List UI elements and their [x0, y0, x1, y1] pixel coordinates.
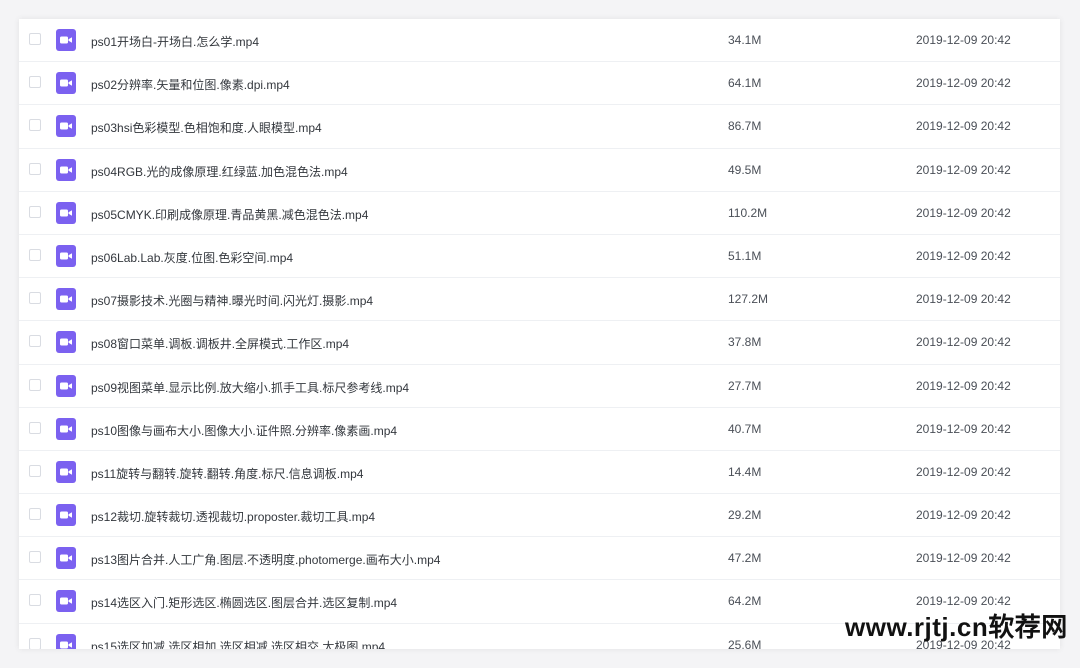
file-size: 25.6M [728, 637, 762, 649]
file-name[interactable]: ps05CMYK.印刷成像原理.青品黄黑.减色混色法.mp4 [91, 206, 368, 223]
file-name[interactable]: ps08窗口菜单.调板.调板井.全屏模式.工作区.mp4 [91, 335, 349, 352]
file-name[interactable]: ps07摄影技术.光圈与精神.曝光时间.闪光灯.摄影.mp4 [91, 292, 373, 309]
file-name[interactable]: ps03hsi色彩模型.色相饱和度.人眼模型.mp4 [91, 119, 322, 136]
file-size: 51.1M [728, 248, 762, 263]
video-file-icon [56, 331, 76, 354]
file-row[interactable]: ps02分辨率.矢量和位图.像素.dpi.mp4 64.1M 2019-12-09 … [19, 62, 1060, 106]
file-name[interactable]: ps13图片合并.人工广角.图层.不透明度.photomerge.画布大小.mp… [91, 551, 440, 568]
video-file-icon [56, 201, 76, 224]
file-size: 29.2M [728, 508, 762, 523]
row-checkbox[interactable] [29, 637, 41, 649]
row-checkbox[interactable] [29, 335, 41, 348]
file-size: 49.5M [728, 162, 762, 177]
file-name[interactable]: ps14选区入门.矩形选区.椭圆选区.图层合并.选区复制.mp4 [91, 594, 397, 611]
file-rows: ps01开场白-开场白.怎么学.mp4 34.1M 2019-12-09 20:42… [19, 19, 1060, 649]
file-name[interactable]: ps15选区加减.选区相加.选区相减.选区相交.太极图.mp4 [91, 638, 385, 649]
file-name[interactable]: ps06Lab.Lab.灰度.位图.色彩空间.mp4 [91, 249, 293, 266]
row-checkbox[interactable] [29, 421, 41, 434]
row-checkbox[interactable] [29, 508, 41, 521]
video-file-icon [56, 29, 76, 51]
file-size: 34.1M [728, 33, 762, 47]
video-file-icon [56, 72, 76, 95]
watermark-text: www.rjtj.cn软荐网 [845, 612, 1068, 642]
file-size: 40.7M [728, 421, 762, 436]
video-file-icon [56, 417, 76, 440]
file-date: 2019-12-09 20:42 [916, 464, 1011, 479]
video-file-icon [56, 374, 76, 397]
video-file-icon [56, 547, 76, 570]
file-date: 2019-12-09 20:42 [916, 335, 1011, 350]
file-date: 2019-12-09 20:42 [916, 551, 1011, 566]
file-date: 2019-12-09 20:42 [916, 508, 1011, 523]
file-size: 14.4M [728, 464, 762, 479]
file-size: 27.7M [728, 378, 762, 393]
video-file-icon [56, 158, 76, 181]
file-name[interactable]: ps11旋转与翻转.旋转.翻转.角度.标尺.信息调板.mp4 [91, 465, 363, 482]
file-size: 47.2M [728, 551, 762, 566]
file-row[interactable]: ps05CMYK.印刷成像原理.青品黄黑.减色混色法.mp4 110.2M 2019… [19, 192, 1060, 235]
file-size: 64.2M [728, 594, 762, 609]
file-list: ps01开场白-开场白.怎么学.mp4 34.1M 2019-12-09 20:42… [19, 19, 1060, 649]
row-checkbox[interactable] [29, 33, 41, 45]
video-file-icon [56, 244, 76, 267]
file-name[interactable]: ps02分辨率.矢量和位图.像素.dpi.mp4 [91, 76, 290, 93]
file-date: 2019-12-09 20:42 [916, 248, 1011, 263]
file-date: 2019-12-09 20:42 [916, 378, 1011, 393]
row-checkbox[interactable] [29, 76, 41, 89]
file-date: 2019-12-09 20:42 [916, 33, 1011, 47]
file-row[interactable]: ps09视图菜单.显示比例.放大缩小.抓手工具.标尺参考线.mp4 27.7M 20… [19, 365, 1060, 408]
file-name[interactable]: ps04RGB.光的成像原理.红绿蓝.加色混色法.mp4 [91, 163, 348, 180]
video-file-icon [56, 590, 76, 613]
file-row[interactable]: ps08窗口菜单.调板.调板井.全屏模式.工作区.mp4 37.8M 2019-12… [19, 321, 1060, 365]
row-checkbox[interactable] [29, 162, 41, 175]
file-name[interactable]: ps12裁切.旋转裁切.透视裁切.proposter.裁切工具.mp4 [91, 508, 375, 525]
file-date: 2019-12-09 20:42 [916, 205, 1011, 220]
file-row[interactable]: ps04RGB.光的成像原理.红绿蓝.加色混色法.mp4 49.5M 2019-12… [19, 149, 1060, 192]
file-size: 110.2M [728, 205, 768, 220]
file-size: 127.2M [728, 292, 769, 307]
file-row[interactable]: ps06Lab.Lab.灰度.位图.色彩空间.mp4 51.1M 2019-12-0… [19, 235, 1060, 279]
file-row[interactable]: ps03hsi色彩模型.色相饱和度.人眼模型.mp4 86.7M 2019-12-0… [19, 105, 1060, 149]
file-date: 2019-12-09 20:42 [916, 76, 1011, 91]
row-checkbox[interactable] [29, 292, 41, 305]
file-name[interactable]: ps09视图菜单.显示比例.放大缩小.抓手工具.标尺参考线.mp4 [91, 379, 409, 396]
row-checkbox[interactable] [29, 205, 41, 218]
row-checkbox[interactable] [29, 464, 41, 477]
video-file-icon [56, 504, 76, 527]
video-file-icon [56, 633, 76, 649]
row-checkbox[interactable] [29, 119, 41, 132]
video-file-icon [56, 288, 76, 311]
file-name[interactable]: ps10图像与画布大小.图像大小.证件照.分辨率.像素画.mp4 [91, 422, 397, 439]
file-size: 86.7M [728, 119, 762, 134]
file-name[interactable]: ps01开场白-开场白.怎么学.mp4 [91, 33, 259, 50]
file-size: 64.1M [728, 76, 762, 91]
row-checkbox[interactable] [29, 551, 41, 564]
file-row[interactable]: ps07摄影技术.光圈与精神.曝光时间.闪光灯.摄影.mp4 127.2M 2019… [19, 278, 1060, 322]
row-checkbox[interactable] [29, 378, 41, 391]
file-date: 2019-12-09 20:42 [916, 292, 1011, 307]
file-row[interactable]: ps13图片合并.人工广角.图层.不透明度.photomerge.画布大小.mp… [19, 537, 1060, 581]
file-size: 37.8M [728, 335, 762, 350]
file-date: 2019-12-09 20:42 [916, 421, 1011, 436]
file-row[interactable]: ps01开场白-开场白.怎么学.mp4 34.1M 2019-12-09 20:42 [19, 19, 1060, 63]
file-row[interactable]: ps11旋转与翻转.旋转.翻转.角度.标尺.信息调板.mp4 14.4M 2019-… [19, 451, 1060, 495]
file-row[interactable]: ps12裁切.旋转裁切.透视裁切.proposter.裁切工具.mp4 29.2M… [19, 494, 1060, 538]
row-checkbox[interactable] [29, 248, 41, 261]
row-checkbox[interactable] [29, 594, 41, 607]
file-row[interactable]: ps10图像与画布大小.图像大小.证件照.分辨率.像素画.mp4 40.7M 201… [19, 408, 1060, 451]
video-file-icon [56, 460, 76, 483]
video-file-icon [56, 115, 76, 138]
file-date: 2019-12-09 20:42 [916, 162, 1011, 177]
file-date: 2019-12-09 20:42 [916, 119, 1011, 134]
